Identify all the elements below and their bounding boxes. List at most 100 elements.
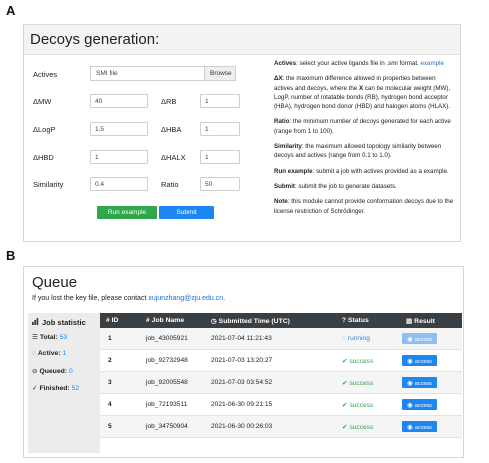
help-run-example: Run example: submit a job with actives p… — [274, 167, 449, 175]
contact-text: If you lost the key file, please contact… — [32, 295, 226, 302]
cell-status: ✔ success — [342, 402, 374, 409]
help-submit: Submit: submit the job to generate datas… — [274, 182, 397, 190]
col-status: ? Status — [342, 317, 369, 324]
access-button[interactable]: ◉ access — [402, 421, 437, 432]
file-icon: ▤ — [406, 318, 413, 325]
dhba-input[interactable]: 1 — [200, 122, 240, 136]
dhbd-label: ΔHBD — [33, 153, 54, 162]
cell-time: 2021-07-03 03:54:52 — [211, 379, 273, 386]
ratio-input[interactable]: 50 — [200, 177, 240, 191]
help-text: Actives: select your active ligands file… — [274, 59, 456, 222]
contact-email-link[interactable]: xujunzhang@zju.edu.cn — [148, 295, 223, 302]
cell-job-name: job_72193511 — [146, 401, 188, 408]
cell-id: 5 — [108, 423, 112, 430]
cell-time: 2021-06-30 00:26:03 — [211, 423, 273, 430]
table-row: 2 job_92732948 2021-07-03 13:20:27 ✔ succ… — [100, 350, 462, 372]
col-result: ▤ Result — [406, 318, 435, 325]
dhalx-label: ΔHALX — [161, 153, 186, 162]
help-ratio: Ratio: the minimum number of decoys gene… — [274, 118, 451, 135]
stat-finished: ✓ Finished: 52 — [32, 385, 80, 392]
stat-total: ☰ Total: 53 — [32, 334, 68, 341]
eye-icon: ◉ — [407, 358, 413, 365]
list-icon: ☰ — [32, 334, 38, 341]
dmw-label: ΔMW — [33, 97, 52, 106]
access-button[interactable]: ◉ access — [402, 399, 437, 410]
similarity-input[interactable]: 0.4 — [90, 177, 148, 191]
cell-status: ✔ success — [342, 424, 374, 431]
clock-icon: ◷ — [211, 318, 217, 325]
cell-id: 1 — [108, 335, 112, 342]
actives-label: Actives — [33, 70, 58, 79]
similarity-label: Similarity — [33, 180, 64, 189]
run-example-button[interactable]: Run example — [97, 206, 157, 219]
dlogp-input[interactable]: 1.5 — [90, 122, 148, 136]
spinner-icon: ◌ — [32, 350, 36, 357]
access-button[interactable]: ◉ access — [402, 355, 437, 366]
table-row: 3 job_92005548 2021-07-03 03:54:52 ✔ succ… — [100, 372, 462, 394]
cell-time: 2021-07-03 13:20:27 — [211, 357, 273, 364]
cell-job-name: job_43005921 — [146, 335, 188, 342]
table-row: 4 job_72193511 2021-06-30 09:21:15 ✔ succ… — [100, 394, 462, 416]
stat-active: ◌ Active: 1 — [32, 350, 67, 357]
check-circle-icon: ✔ — [342, 358, 348, 365]
eye-icon: ◉ — [407, 424, 413, 431]
example-link[interactable]: example — [421, 60, 444, 67]
bar-chart-icon — [32, 318, 40, 327]
dhbd-input[interactable]: 1 — [90, 150, 148, 164]
table-row: 1 job_43005921 2021-07-04 11:21:43 ◌ runn… — [100, 328, 462, 350]
check-circle-icon: ✔ — [342, 380, 348, 387]
browse-button[interactable]: Browse — [204, 66, 236, 81]
eye-icon: ◉ — [407, 380, 413, 387]
panel-label-a: A — [6, 3, 16, 18]
check-circle-icon: ✓ — [32, 385, 38, 392]
spinner-icon: ◌ — [342, 335, 346, 342]
help-similarity: Similarity: the maximum allowed topology… — [274, 143, 442, 160]
job-statistic-panel: Job statistic ☰ Total: 53 ◌ Active: 1 ⊖ Que… — [28, 313, 100, 453]
col-id: # ID — [106, 317, 119, 324]
minus-circle-icon: ⊖ — [32, 368, 38, 375]
cell-time: 2021-06-30 09:21:15 — [211, 401, 273, 408]
decoys-generation-card: Decoys generation: Actives SMI file Brow… — [23, 24, 461, 242]
cell-status: ◌ running — [342, 335, 370, 342]
cell-id: 4 — [108, 401, 112, 408]
help-actives: Actives: select your active ligands file… — [274, 60, 444, 67]
help-note: Note: this module cannot provide conform… — [274, 198, 454, 215]
check-circle-icon: ✔ — [342, 424, 348, 431]
queue-title: Queue — [32, 274, 78, 291]
eye-icon: ◉ — [407, 336, 413, 343]
col-job-name: # Job Name — [146, 317, 185, 324]
decoys-form: Actives SMI file Browse ΔMW 40 ΔRB 1 ΔLo… — [30, 59, 250, 239]
tag-icon: # — [106, 317, 110, 324]
cell-status: ✔ success — [342, 358, 374, 365]
table-header: # ID # Job Name ◷ Submitted Time (UTC) ? Sta… — [100, 313, 462, 328]
drb-input[interactable]: 1 — [200, 94, 240, 108]
cell-job-name: job_92732948 — [146, 357, 188, 364]
help-delta-x: ΔX: the maximum difference allowed in pr… — [274, 75, 451, 111]
table-row: 5 job_34750904 2021-06-30 00:26:03 ✔ succ… — [100, 416, 462, 438]
decoys-title: Decoys generation: — [24, 25, 460, 55]
eye-icon: ◉ — [407, 402, 413, 409]
cell-job-name: job_34750904 — [146, 423, 188, 430]
dhba-label: ΔHBA — [161, 125, 182, 134]
access-button[interactable]: ◉ access — [402, 377, 437, 388]
question-circle-icon: ? — [342, 317, 346, 324]
cell-job-name: job_92005548 — [146, 379, 188, 386]
cell-id: 2 — [108, 357, 112, 364]
submit-button[interactable]: Submit — [159, 206, 214, 219]
panel-label-b: B — [6, 248, 16, 263]
col-submitted-time: ◷ Submitted Time (UTC) — [211, 318, 290, 325]
cell-id: 3 — [108, 379, 112, 386]
cell-time: 2021-07-04 11:21:43 — [211, 335, 272, 342]
stat-queued: ⊖ Queued: 0 — [32, 368, 73, 375]
cell-status: ✔ success — [342, 380, 374, 387]
queue-card: Queue If you lost the key file, please c… — [23, 266, 464, 458]
ratio-label: Ratio — [161, 180, 179, 189]
job-statistic-title: Job statistic — [32, 318, 86, 327]
check-circle-icon: ✔ — [342, 402, 348, 409]
tag-icon: # — [146, 317, 150, 324]
dhalx-input[interactable]: 1 — [200, 150, 240, 164]
access-button[interactable]: ◉ access — [402, 333, 437, 344]
dmw-input[interactable]: 40 — [90, 94, 148, 108]
drb-label: ΔRB — [161, 97, 177, 106]
dlogp-label: ΔLogP — [33, 125, 56, 134]
